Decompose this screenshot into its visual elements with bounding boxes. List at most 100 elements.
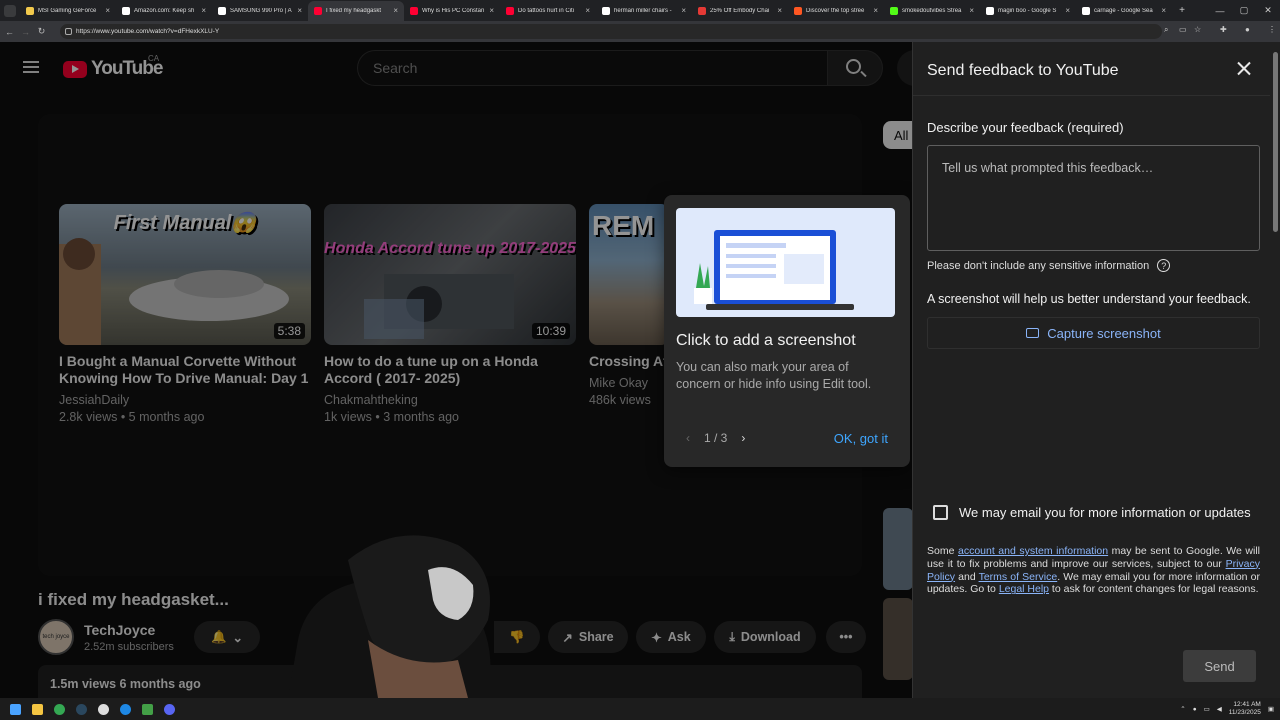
tab-close-icon[interactable]: × xyxy=(969,6,974,15)
profile-icon[interactable]: ● xyxy=(1245,25,1250,34)
tab-close-icon[interactable]: × xyxy=(873,6,878,15)
close-window-button[interactable]: ✕ xyxy=(1256,0,1280,21)
forward-button[interactable]: → xyxy=(19,27,32,37)
scrollbar-thumb[interactable] xyxy=(1273,52,1278,232)
tab-favicon-icon xyxy=(602,6,610,15)
browser-tab[interactable]: Discover the top stree × xyxy=(788,1,884,21)
feedback-header: Send feedback to YouTube xyxy=(913,42,1271,96)
minimize-button[interactable]: — xyxy=(1208,0,1232,21)
browser-tab[interactable]: MSI Gaming GeForce × xyxy=(20,1,116,21)
bookmark-star-icon[interactable]: ☆ xyxy=(1194,25,1201,34)
page-scrollbar[interactable] xyxy=(1270,42,1280,698)
obs-icon[interactable] xyxy=(92,698,114,720)
tab-title: Amazon.com: Keep sh xyxy=(134,7,195,14)
tab-close-icon[interactable]: × xyxy=(297,6,302,15)
site-info-icon[interactable] xyxy=(65,28,72,35)
sensitive-info-warning: Please don't include any sensitive infor… xyxy=(927,259,1171,272)
media-player-icon[interactable] xyxy=(136,698,158,720)
tab-favicon-icon xyxy=(122,6,130,15)
extensions-icon[interactable]: ✚ xyxy=(1220,25,1227,34)
browser-tab[interactable]: carnage - Google Sea × xyxy=(1076,1,1172,21)
next-chevron-icon[interactable]: › xyxy=(741,431,745,445)
tooltip-body: You can also mark your area of concern o… xyxy=(676,360,872,391)
browser-tab[interactable]: smokedoutvibes Strea × xyxy=(884,1,980,21)
microphone-icon[interactable]: ● xyxy=(1193,706,1197,713)
tab-close-icon[interactable]: × xyxy=(1161,6,1166,15)
tab-favicon-icon xyxy=(890,6,898,15)
taskbar-clock[interactable]: 12:41 AM 11/23/2025 xyxy=(1229,701,1261,717)
screenshot-icon xyxy=(1026,328,1040,338)
tab-favicon-icon xyxy=(1082,6,1090,15)
webcam-overlay xyxy=(288,535,491,698)
browser-tab[interactable]: 25% Off Embody Chai × xyxy=(692,1,788,21)
browser-tab[interactable]: SAMSUNG 990 Pro | A × xyxy=(212,1,308,21)
network-icon[interactable]: ▭ xyxy=(1204,705,1210,713)
tab-favicon-icon xyxy=(794,6,802,15)
steam-icon[interactable] xyxy=(70,698,92,720)
tab-close-icon[interactable]: × xyxy=(1065,6,1070,15)
chrome-icon[interactable] xyxy=(48,698,70,720)
tooltip-heading: Click to add a screenshot xyxy=(676,332,856,349)
browser-tab[interactable]: Do tattoos hurt in Citi × xyxy=(500,1,596,21)
browser-menu-icon[interactable]: ⋮ xyxy=(1268,25,1276,34)
cast-icon[interactable]: ▭ xyxy=(1179,25,1187,34)
account-system-info-link[interactable]: account and system information xyxy=(958,545,1108,557)
tab-title: Do tattoos hurt in Citi xyxy=(518,7,575,14)
ok-got-it-button[interactable]: OK, got it xyxy=(834,431,888,446)
warning-text: Please don't include any sensitive infor… xyxy=(927,259,1150,272)
legal-help-link[interactable]: Legal Help xyxy=(999,583,1049,595)
pager-text: 1 / 3 xyxy=(704,431,728,445)
browser-tab[interactable]: magin boo - Google S × xyxy=(980,1,1076,21)
help-icon[interactable]: ? xyxy=(1157,259,1171,272)
email-consent-label: We may email you for more information or… xyxy=(959,505,1251,520)
tab-title: SAMSUNG 990 Pro | A xyxy=(230,7,292,14)
tab-title: carnage - Google Sea xyxy=(1094,7,1153,14)
discord-icon[interactable] xyxy=(158,698,180,720)
feedback-panel: Send feedback to YouTube Describe your f… xyxy=(912,42,1271,698)
url-bar[interactable]: https://www.youtube.com/watch?v=dFHexkXL… xyxy=(60,24,1162,39)
tab-close-icon[interactable]: × xyxy=(489,6,494,15)
volume-icon[interactable]: ◀ xyxy=(1217,705,1222,713)
close-icon[interactable] xyxy=(1235,60,1253,78)
windows-taskbar: ⌃ ● ▭ ◀ 12:41 AM 11/23/2025 ▣ xyxy=(0,698,1280,720)
app-icon[interactable] xyxy=(114,698,136,720)
tab-favicon-icon xyxy=(986,6,994,15)
describe-feedback-label: Describe your feedback (required) xyxy=(927,120,1124,135)
tab-close-icon[interactable]: × xyxy=(681,6,686,15)
notifications-icon[interactable]: ▣ xyxy=(1268,705,1274,713)
tab-search-button[interactable] xyxy=(0,0,20,21)
send-button[interactable]: Send xyxy=(1183,650,1256,682)
laptop-illustration xyxy=(694,230,854,310)
tab-close-icon[interactable]: × xyxy=(201,6,206,15)
previous-chevron-icon[interactable]: ‹ xyxy=(686,431,690,445)
zoom-icon[interactable]: ⌕ xyxy=(1164,25,1168,35)
browser-tab[interactable]: I fixed my headgaskt × xyxy=(308,0,404,21)
browser-tab[interactable]: Why is His PC Constan × xyxy=(404,1,500,21)
email-consent-checkbox[interactable] xyxy=(933,505,948,520)
tray-overflow-icon[interactable]: ⌃ xyxy=(1180,705,1185,713)
feedback-textarea[interactable] xyxy=(927,145,1260,251)
url-text: https://www.youtube.com/watch?v=dFHexkXL… xyxy=(76,28,220,35)
tab-title: MSI Gaming GeForce xyxy=(38,7,97,14)
new-tab-button[interactable]: + xyxy=(1172,5,1192,16)
back-button[interactable]: ← xyxy=(3,27,16,37)
tab-title: Discover the top stree xyxy=(806,7,865,14)
tab-close-icon[interactable]: × xyxy=(585,6,590,15)
terms-of-service-link[interactable]: Terms of Service xyxy=(979,571,1058,583)
legal-notice: Some account and system information may … xyxy=(927,545,1260,596)
browser-tab[interactable]: herman miller chairs - × xyxy=(596,1,692,21)
file-explorer-icon[interactable] xyxy=(26,698,48,720)
maximize-button[interactable]: ▢ xyxy=(1232,0,1256,21)
start-button[interactable] xyxy=(4,698,26,720)
screenshot-prompt: A screenshot will help us better underst… xyxy=(927,292,1251,306)
reload-button[interactable]: ↻ xyxy=(35,26,48,37)
tab-close-icon[interactable]: × xyxy=(393,6,398,15)
tab-close-icon[interactable]: × xyxy=(105,6,110,15)
email-consent-row[interactable]: We may email you for more information or… xyxy=(933,505,1251,520)
window-controls: — ▢ ✕ xyxy=(1208,0,1280,21)
browser-tab[interactable]: Amazon.com: Keep sh × xyxy=(116,1,212,21)
capture-screenshot-button[interactable]: Capture screenshot xyxy=(927,317,1260,349)
capture-label: Capture screenshot xyxy=(1047,325,1161,341)
tab-close-icon[interactable]: × xyxy=(777,6,782,15)
tab-search-icon xyxy=(4,4,16,17)
